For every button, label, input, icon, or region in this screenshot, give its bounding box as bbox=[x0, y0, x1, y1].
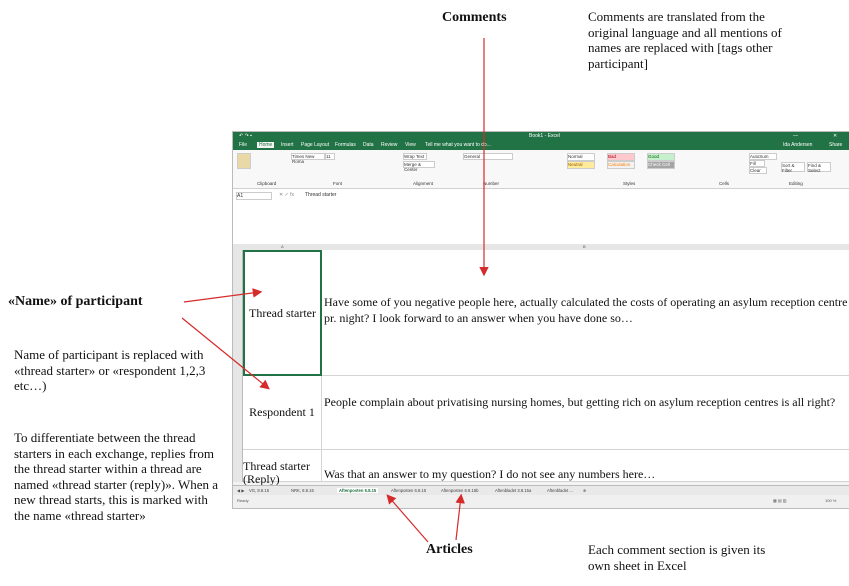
arrow-name-to-respondent bbox=[181, 317, 270, 390]
arrow-name-to-thread-starter bbox=[183, 288, 263, 303]
annotation-arrows bbox=[181, 38, 489, 543]
arrow-articles-right bbox=[455, 493, 465, 541]
arrow-articles-left bbox=[386, 494, 429, 543]
